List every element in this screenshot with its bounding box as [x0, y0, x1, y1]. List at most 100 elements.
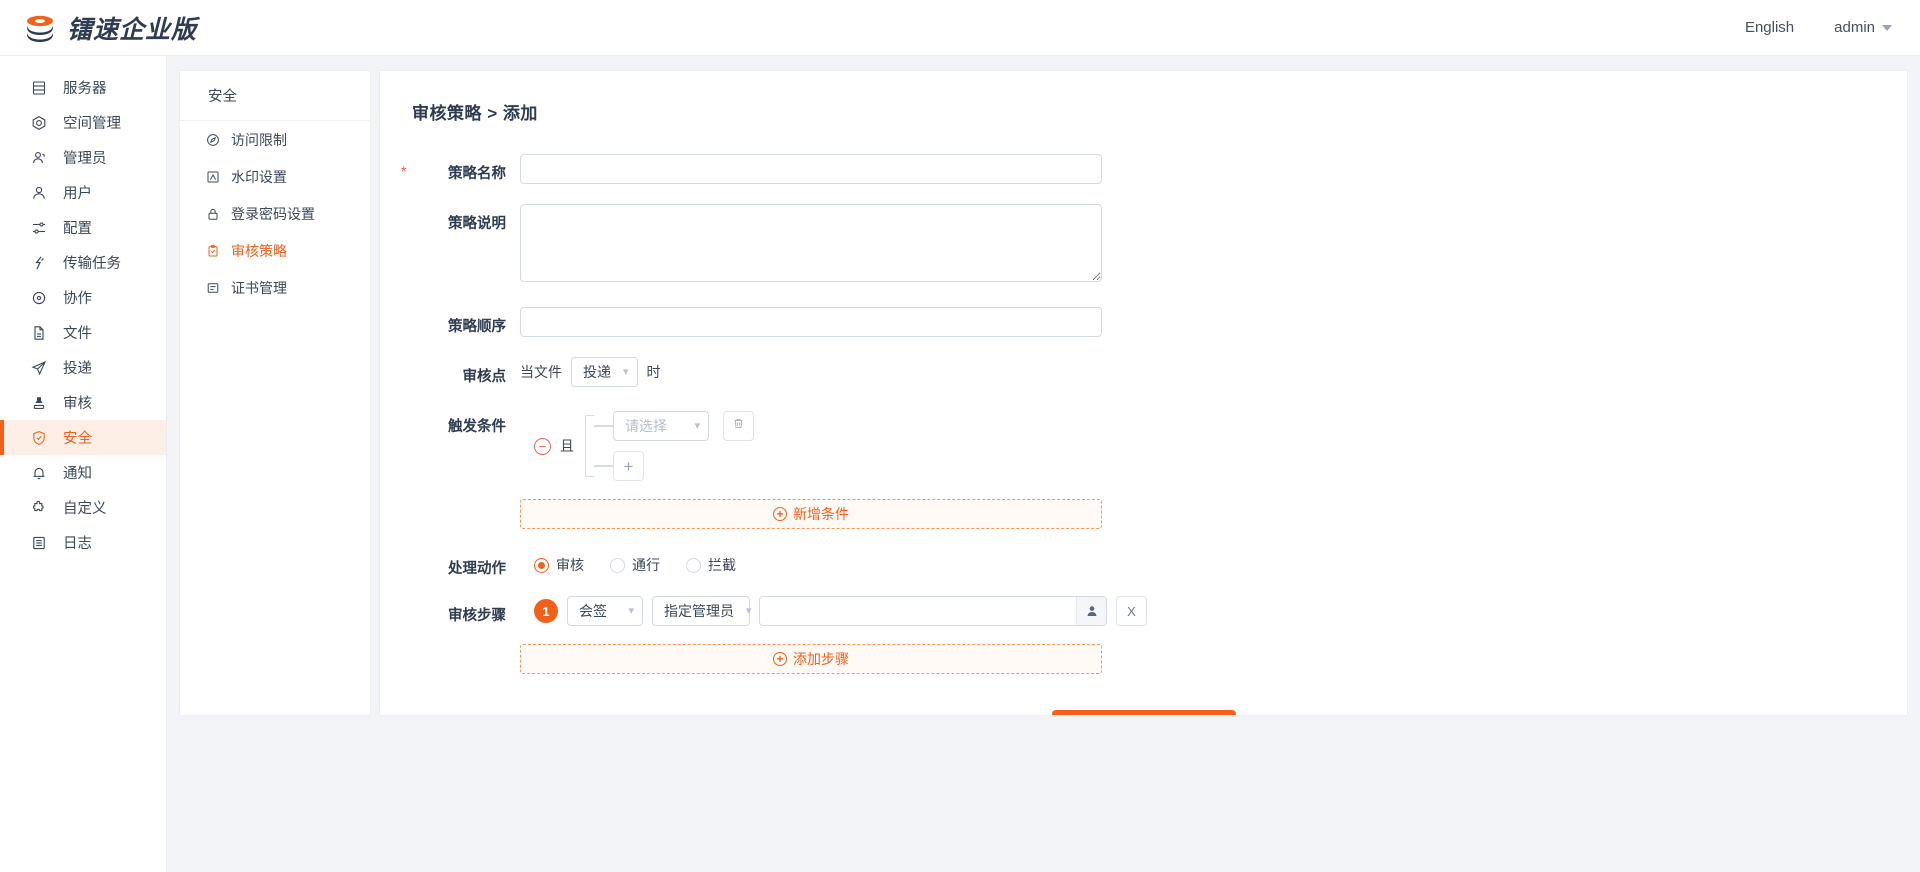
settings-sliders-icon — [30, 219, 47, 236]
subnav-item-login-password[interactable]: 登录密码设置 — [180, 195, 370, 232]
add-condition-label: 新增条件 — [793, 506, 849, 522]
review-point-select[interactable]: 投递 ▾ — [571, 357, 638, 387]
add-step-label: 添加步骤 — [793, 651, 849, 667]
action-radio-review[interactable]: 审核 — [534, 555, 584, 575]
sidebar-item-delivery[interactable]: 投递 — [0, 350, 166, 385]
policy-desc-textarea[interactable] — [520, 204, 1102, 282]
sidebar-item-review[interactable]: 审核 — [0, 385, 166, 420]
brand-text: 镭速企业版 — [67, 14, 198, 44]
sidebar-item-label: 管理员 — [63, 151, 107, 167]
sidebar-item-config[interactable]: 配置 — [0, 210, 166, 245]
label-action: 处理动作 — [380, 549, 520, 578]
sidebar-item-space[interactable]: 空间管理 — [0, 105, 166, 140]
trash-icon — [732, 417, 745, 435]
minus-circle-icon[interactable]: − — [534, 437, 551, 455]
clipboard-check-icon — [205, 243, 220, 258]
label-steps: 审核步骤 — [380, 596, 520, 625]
chevron-down-icon: ▾ — [623, 365, 629, 378]
review-point-select-value: 投递 — [583, 364, 611, 380]
primary-sidebar: 服务器 空间管理 管理员 用户 配置 传输任务 协作 文件 投递 审核 安全 通… — [0, 56, 167, 872]
sidebar-item-label: 配置 — [63, 221, 92, 237]
condition-join-label[interactable]: 且 — [560, 436, 574, 456]
sidebar-item-admin[interactable]: 管理员 — [0, 140, 166, 175]
subnav-item-review-policy[interactable]: 审核策略 — [180, 232, 370, 269]
action-radio-block[interactable]: 拦截 — [686, 555, 736, 575]
brand-logo[interactable]: 镭速企业版 — [24, 10, 197, 46]
step-assignee-input[interactable] — [760, 597, 1076, 625]
label-policy-desc: 策略说明 — [380, 204, 520, 233]
save-button[interactable]: 保存 — [1051, 710, 1236, 715]
sidebar-item-notification[interactable]: 通知 — [0, 455, 166, 490]
form-row-review-point: 审核点 当文件 投递 ▾ 时 — [380, 357, 1907, 387]
space-icon — [30, 114, 47, 131]
sidebar-item-transfer[interactable]: 传输任务 — [0, 245, 166, 280]
label-text: 处理动作 — [448, 561, 506, 577]
subnav-item-watermark[interactable]: 水印设置 — [180, 158, 370, 195]
user-menu[interactable]: admin — [1834, 19, 1892, 36]
chevron-down-icon: ▾ — [628, 604, 634, 617]
condition-group: − 且 请选择 ▾ + — [534, 407, 1907, 481]
step-mode-select[interactable]: 会签 ▾ — [567, 596, 643, 626]
main-panel: 审核策略 > 添加 * 策略名称 策略说明 策略顺序 审核点 当文件 投递 ▾ … — [379, 70, 1908, 716]
sidebar-item-server[interactable]: 服务器 — [0, 70, 166, 105]
top-bar: 镭速企业版 English admin — [0, 0, 1920, 56]
breadcrumb: 审核策略 > 添加 — [412, 104, 538, 123]
collaborate-icon — [30, 289, 47, 306]
log-icon — [30, 534, 47, 551]
label-text: 审核步骤 — [448, 608, 506, 624]
label-text: 策略顺序 — [448, 319, 506, 335]
condition-rows: 请选择 ▾ + — [594, 411, 754, 481]
add-step-button[interactable]: + 添加步骤 — [520, 644, 1102, 674]
review-point-inline: 当文件 投递 ▾ 时 — [520, 357, 1907, 387]
user-name: admin — [1834, 19, 1875, 36]
condition-add-sub-button[interactable]: + — [613, 451, 644, 481]
form-row-trigger-condition: 触发条件 − 且 请选择 ▾ + + 新增条件 — [380, 407, 1907, 529]
step-target-select[interactable]: 指定管理员 ▾ — [652, 596, 752, 626]
sidebar-item-log[interactable]: 日志 — [0, 525, 166, 560]
label-text: 策略名称 — [448, 166, 506, 182]
language-switch[interactable]: English — [1745, 19, 1794, 36]
subnav-item-access-restriction[interactable]: 访问限制 — [180, 121, 370, 158]
label-text: 策略说明 — [448, 216, 506, 232]
form-row-action: 处理动作 审核 通行 拦截 — [380, 549, 1907, 578]
condition-select[interactable]: 请选择 ▾ — [613, 411, 709, 441]
sidebar-item-label: 协作 — [63, 291, 92, 307]
sidebar-item-collaborate[interactable]: 协作 — [0, 280, 166, 315]
lock-icon — [205, 206, 220, 221]
sidebar-item-label: 安全 — [63, 431, 92, 447]
radio-dot-icon — [686, 557, 701, 573]
policy-order-input[interactable] — [520, 307, 1102, 337]
label-text: 审核点 — [462, 369, 507, 385]
label-policy-order: 策略顺序 — [380, 307, 520, 336]
add-condition-button[interactable]: + 新增条件 — [520, 499, 1102, 529]
label-text: 触发条件 — [448, 419, 506, 435]
person-picker-icon[interactable] — [1076, 597, 1106, 625]
form-row-policy-name: * 策略名称 — [380, 154, 1907, 184]
shield-icon — [30, 429, 47, 446]
sidebar-item-label: 用户 — [63, 186, 92, 202]
sidebar-item-security[interactable]: 安全 — [0, 420, 166, 455]
label-review-point: 审核点 — [380, 357, 520, 386]
user-icon — [30, 184, 47, 201]
label-policy-name: * 策略名称 — [380, 154, 520, 183]
sidebar-item-label: 投递 — [63, 361, 92, 377]
bell-icon — [30, 464, 47, 481]
action-radio-pass[interactable]: 通行 — [610, 555, 660, 575]
condition-delete-button[interactable] — [723, 411, 754, 441]
secondary-nav-panel: 安全 访问限制 水印设置 登录密码设置 审核策略 证书管理 — [179, 70, 371, 716]
field-policy-order — [520, 307, 1907, 337]
chevron-down-icon: ▾ — [694, 419, 700, 432]
sidebar-item-custom[interactable]: 自定义 — [0, 490, 166, 525]
policy-name-input[interactable] — [520, 154, 1102, 184]
top-bar-right: English admin — [1745, 19, 1892, 36]
subnav-item-certificate[interactable]: 证书管理 — [180, 269, 370, 306]
step-remove-button[interactable]: X — [1116, 596, 1147, 626]
action-radio-label: 通行 — [632, 557, 660, 573]
sidebar-item-label: 日志 — [63, 536, 92, 552]
form-row-steps: 审核步骤 1 会签 ▾ 指定管理员 ▾ X + 添加步骤 — [380, 596, 1907, 674]
field-review-point: 当文件 投递 ▾ 时 — [520, 357, 1907, 387]
field-policy-desc — [520, 204, 1907, 287]
step-index-badge: 1 — [534, 599, 558, 623]
sidebar-item-user[interactable]: 用户 — [0, 175, 166, 210]
sidebar-item-file[interactable]: 文件 — [0, 315, 166, 350]
